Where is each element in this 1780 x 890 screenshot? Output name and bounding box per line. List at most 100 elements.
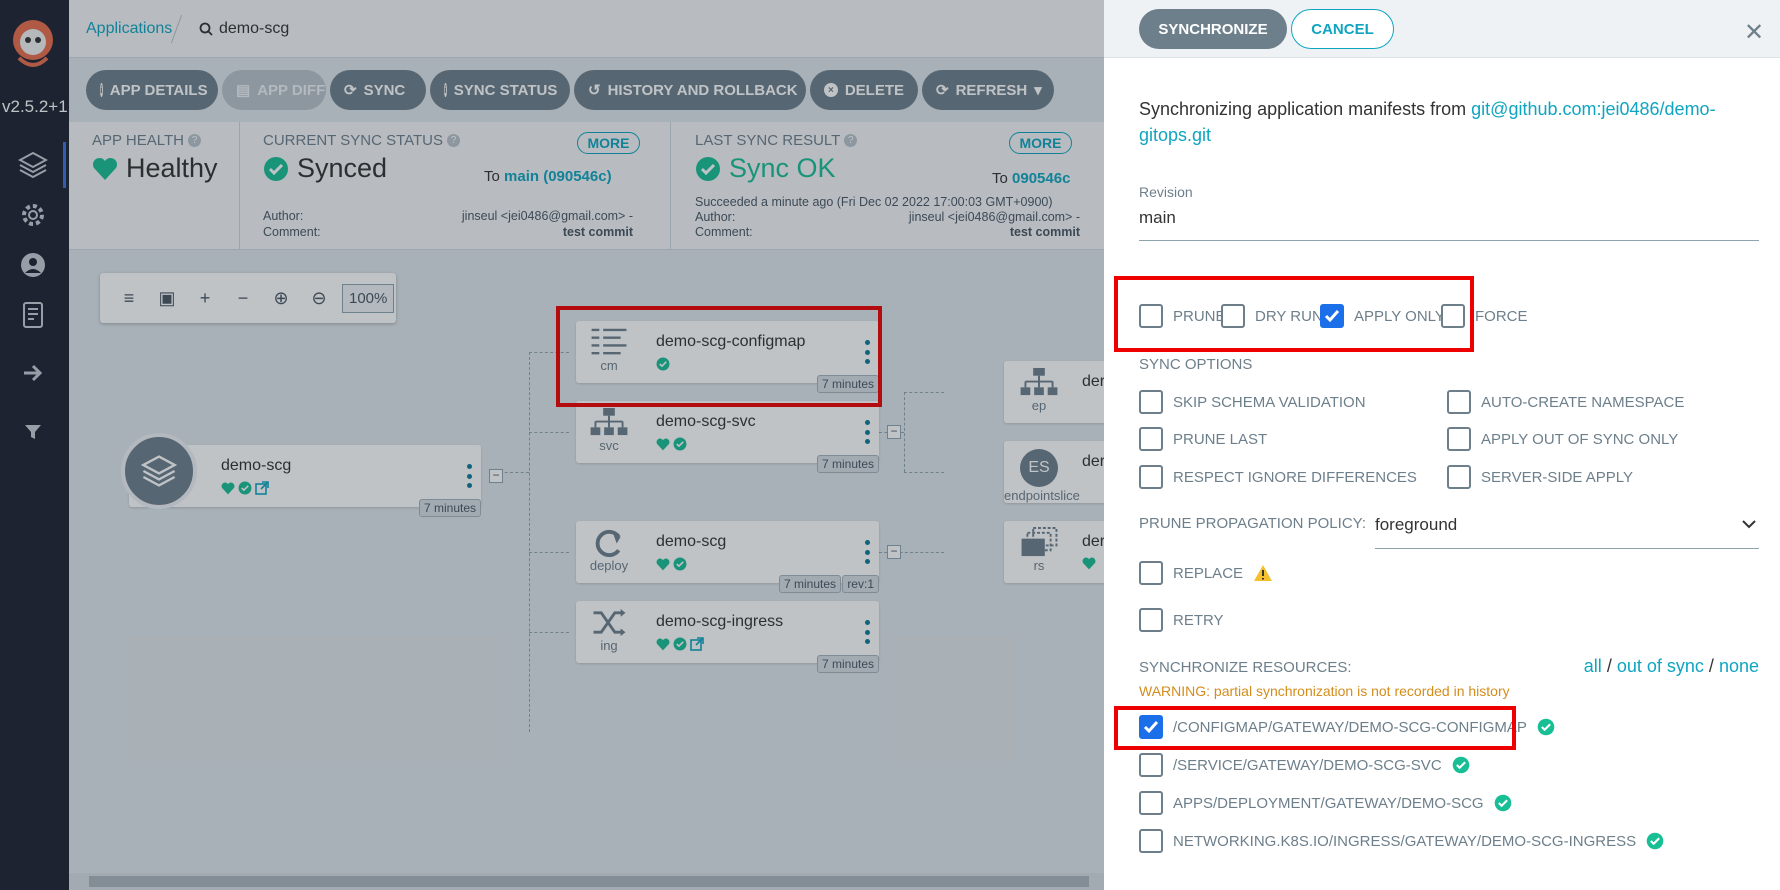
last-sync-target-link[interactable]: 090546c [1012, 170, 1070, 187]
checkbox-box[interactable] [1447, 390, 1471, 414]
checkbox-box[interactable] [1139, 390, 1163, 414]
filter-icon[interactable] [16, 415, 50, 449]
collapse-toggle[interactable]: − [887, 545, 901, 559]
node-status [1082, 557, 1096, 570]
checkbox-box[interactable] [1139, 561, 1163, 585]
breadcrumb-current[interactable]: demo-scg [199, 20, 289, 38]
checkbox-box[interactable] [1447, 465, 1471, 489]
connector-line [529, 432, 569, 433]
heart-icon [656, 638, 670, 650]
app-details-button[interactable]: i APP DETAILS [86, 70, 218, 110]
checkbox-box[interactable] [1139, 427, 1163, 451]
respect-ignore-checkbox[interactable]: RESPECT IGNORE DIFFERENCES [1139, 465, 1417, 489]
sync-status-button[interactable]: i SYNC STATUS [430, 70, 570, 110]
breadcrumb-applications[interactable]: Applications [86, 20, 172, 38]
history-rollback-button[interactable]: ↺ HISTORY AND ROLLBACK [574, 70, 806, 110]
align-left-icon[interactable]: ≡ [110, 280, 148, 316]
delete-button[interactable]: × DELETE [810, 70, 918, 110]
help-icon[interactable]: ? [447, 134, 461, 147]
apply-out-of-sync-checkbox[interactable]: APPLY OUT OF SYNC ONLY [1447, 427, 1678, 451]
kebab-menu-icon[interactable] [865, 540, 870, 564]
deployment-node[interactable]: deploy demo-scg 7 minutes rev:1 − [576, 521, 901, 593]
horizontal-scrollbar[interactable] [69, 873, 1104, 890]
service-icon: ep [1016, 367, 1062, 413]
checkbox-box[interactable] [1139, 608, 1163, 632]
synced-text: Synced [297, 153, 388, 183]
author-value: jinseul <jei0486@gmail.com> - [461, 209, 633, 223]
warning-icon[interactable] [1253, 564, 1273, 582]
last-sync-more-button[interactable]: MORE [1009, 132, 1072, 154]
kebab-menu-icon[interactable] [865, 420, 870, 444]
check-circle-icon [673, 637, 687, 651]
retry-checkbox[interactable]: RETRY [1139, 608, 1224, 632]
zoom-minus-icon[interactable]: − [224, 280, 262, 316]
divider [239, 122, 240, 250]
docs-icon[interactable] [16, 298, 50, 332]
zoom-in-icon[interactable]: ⊕ [262, 280, 300, 316]
connector-line [904, 392, 944, 393]
ingress-node[interactable]: ing demo-scg-ingress 7 minutes [576, 601, 879, 673]
gear-icon[interactable] [16, 198, 50, 232]
kebab-menu-icon[interactable] [865, 620, 870, 644]
sync-target-link[interactable]: main (090546c) [504, 168, 612, 185]
propagation-select[interactable]: foreground [1375, 507, 1759, 549]
fit-screen-icon[interactable]: ▣ [148, 280, 186, 316]
prune-last-checkbox[interactable]: PRUNE LAST [1139, 427, 1267, 451]
checkbox-box[interactable] [1139, 465, 1163, 489]
zoom-plus-icon[interactable]: + [186, 280, 224, 316]
collapse-toggle[interactable]: − [489, 469, 503, 483]
select-all-link[interactable]: all [1584, 656, 1602, 676]
endpoints-node[interactable]: ep der [1004, 361, 1104, 423]
to-prefix: To [992, 170, 1008, 187]
check-circle-icon [1452, 756, 1469, 774]
sync-button[interactable]: ⟳ SYNC [330, 70, 426, 110]
service-node[interactable]: svc demo-scg-svc 7 minutes − [576, 401, 901, 473]
checkbox-box[interactable] [1139, 829, 1163, 853]
sync-intro-text: Synchronizing application manifests from [1139, 99, 1472, 119]
layers-icon[interactable] [16, 142, 66, 188]
refresh-button[interactable]: ⟳ REFRESH ▾ [922, 70, 1054, 110]
argo-logo-icon[interactable] [9, 18, 57, 72]
external-link-icon[interactable] [690, 637, 704, 651]
auto-create-namespace-checkbox[interactable]: AUTO-CREATE NAMESPACE [1447, 390, 1684, 414]
cancel-button[interactable]: CANCEL [1291, 9, 1394, 49]
select-out-of-sync-link[interactable]: out of sync [1617, 656, 1704, 676]
propagation-label: PRUNE PROPAGATION POLICY: [1139, 515, 1366, 532]
resource-row[interactable]: APPS/DEPLOYMENT/GATEWAY/DEMO-SCG [1139, 791, 1512, 815]
resource-label: /SERVICE/GATEWAY/DEMO-SCG-SVC [1173, 756, 1442, 774]
synchronize-button[interactable]: SYNCHRONIZE [1139, 9, 1287, 49]
replicaset-node[interactable]: rs der [1004, 521, 1104, 583]
user-icon[interactable] [16, 248, 50, 282]
collapse-toggle[interactable]: − [887, 425, 901, 439]
close-icon[interactable]: ✕ [1744, 18, 1764, 47]
checkbox-box[interactable] [1447, 427, 1471, 451]
kebab-menu-icon[interactable] [467, 464, 472, 488]
app-diff-button[interactable]: ▤ APP DIFF [222, 70, 326, 110]
sync-ok-text: Sync OK [729, 153, 836, 183]
sync-more-button[interactable]: MORE [577, 132, 640, 154]
version-label: v2.5.2+1 [2, 97, 68, 116]
external-link-icon[interactable] [255, 481, 269, 495]
comment-value: test commit [562, 225, 633, 239]
zoom-level[interactable]: 100% [342, 283, 395, 313]
endpointslice-node[interactable]: ES endpointslice der [1004, 441, 1104, 503]
checkbox-box[interactable] [1139, 753, 1163, 777]
node-title: demo-scg [221, 457, 292, 474]
heart-icon [656, 558, 670, 570]
skip-schema-checkbox[interactable]: SKIP SCHEMA VALIDATION [1139, 390, 1366, 414]
server-side-apply-checkbox[interactable]: SERVER-SIDE APPLY [1447, 465, 1633, 489]
resource-row[interactable]: /SERVICE/GATEWAY/DEMO-SCG-SVC [1139, 753, 1470, 777]
select-none-link[interactable]: none [1719, 656, 1759, 676]
checkbox-box[interactable] [1139, 791, 1163, 815]
scrollbar-thumb[interactable] [89, 876, 1089, 887]
zoom-out-icon[interactable]: ⊖ [300, 280, 338, 316]
help-icon[interactable]: ? [187, 134, 201, 147]
connector-line [529, 632, 569, 633]
replace-checkbox[interactable]: REPLACE [1139, 561, 1273, 585]
resource-row[interactable]: NETWORKING.K8S.IO/INGRESS/GATEWAY/DEMO-S… [1139, 829, 1664, 853]
help-icon[interactable]: ? [844, 134, 858, 147]
last-sync-time: Succeeded a minute ago (Fri Dec 02 2022 … [695, 195, 1053, 209]
arrow-right-icon[interactable] [16, 356, 50, 390]
revision-input[interactable]: main [1139, 208, 1759, 241]
root-app-node[interactable]: demo-scg 7 minutes − [121, 433, 503, 517]
